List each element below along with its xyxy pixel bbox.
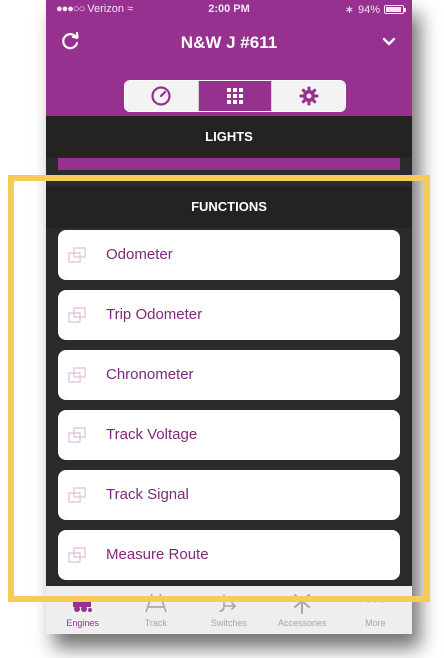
copy-icon	[68, 247, 86, 263]
tab-label: Accessories	[277, 618, 327, 628]
function-item-measure-route[interactable]: Measure Route	[58, 530, 400, 580]
tab-track[interactable]: Track	[119, 586, 192, 634]
phone-screen: ●●●○○ Verizon ≈ 2:00 PM ∗ 94% N&W J #611	[46, 0, 412, 634]
function-item-chronometer[interactable]: Chronometer	[58, 350, 400, 400]
grid-icon	[227, 88, 243, 104]
function-label: Measure Route	[106, 546, 209, 563]
tab-more[interactable]: More	[339, 586, 412, 634]
function-label: Track Signal	[106, 486, 189, 503]
functions-list: Odometer Trip Odometer Chronometer Track…	[58, 230, 400, 590]
lights-collapsed-strip	[58, 158, 400, 170]
battery-icon	[384, 5, 406, 14]
tab-label: Switches	[211, 618, 248, 628]
gear-icon	[299, 86, 319, 106]
copy-icon	[68, 427, 86, 443]
function-item-track-voltage[interactable]: Track Voltage	[58, 410, 400, 460]
function-label: Chronometer	[106, 366, 194, 383]
function-item-track-signal[interactable]: Track Signal	[58, 470, 400, 520]
segment-settings[interactable]	[271, 81, 345, 111]
battery: ∗ 94%	[344, 3, 406, 16]
segment-grid[interactable]	[197, 81, 272, 111]
tab-switches[interactable]: Switches	[192, 586, 265, 634]
gauge-icon	[151, 86, 171, 106]
function-label: Trip Odometer	[106, 306, 203, 323]
segment-gauge[interactable]	[125, 81, 198, 111]
copy-icon	[68, 487, 86, 503]
function-item-odometer[interactable]: Odometer	[58, 230, 400, 280]
tab-engines[interactable]: Engines	[46, 586, 119, 634]
switch-icon	[219, 594, 237, 612]
tab-label: More	[365, 618, 386, 628]
battery-percent: 94%	[357, 3, 380, 16]
track-icon	[145, 593, 167, 613]
lights-section-header[interactable]: LIGHTS	[46, 116, 412, 158]
status-bar: ●●●○○ Verizon ≈ 2:00 PM ∗ 94%	[46, 0, 412, 20]
function-label: Odometer	[106, 246, 173, 263]
segment-area	[46, 64, 412, 116]
function-item-trip-odometer[interactable]: Trip Odometer	[58, 290, 400, 340]
crossing-icon	[294, 594, 311, 614]
functions-section-header[interactable]: FUNCTIONS	[46, 186, 412, 228]
copy-icon	[68, 547, 86, 563]
more-icon	[365, 597, 386, 603]
bluetooth-icon: ∗	[344, 4, 354, 16]
tab-accessories[interactable]: Accessories	[266, 586, 339, 634]
function-label: Track Voltage	[106, 426, 198, 443]
copy-icon	[68, 307, 86, 323]
nav-bar: N&W J #611	[46, 20, 412, 64]
chevron-down-icon[interactable]	[380, 32, 398, 50]
tab-bar: Engines Track Switches Accessories More	[46, 586, 412, 634]
copy-icon	[68, 367, 86, 383]
locomotive-icon	[72, 596, 92, 612]
tab-label: Engines	[66, 618, 99, 628]
tab-label: Track	[144, 618, 167, 628]
nav-title: N&W J #611	[180, 33, 278, 52]
mode-segmented-control	[124, 80, 346, 112]
